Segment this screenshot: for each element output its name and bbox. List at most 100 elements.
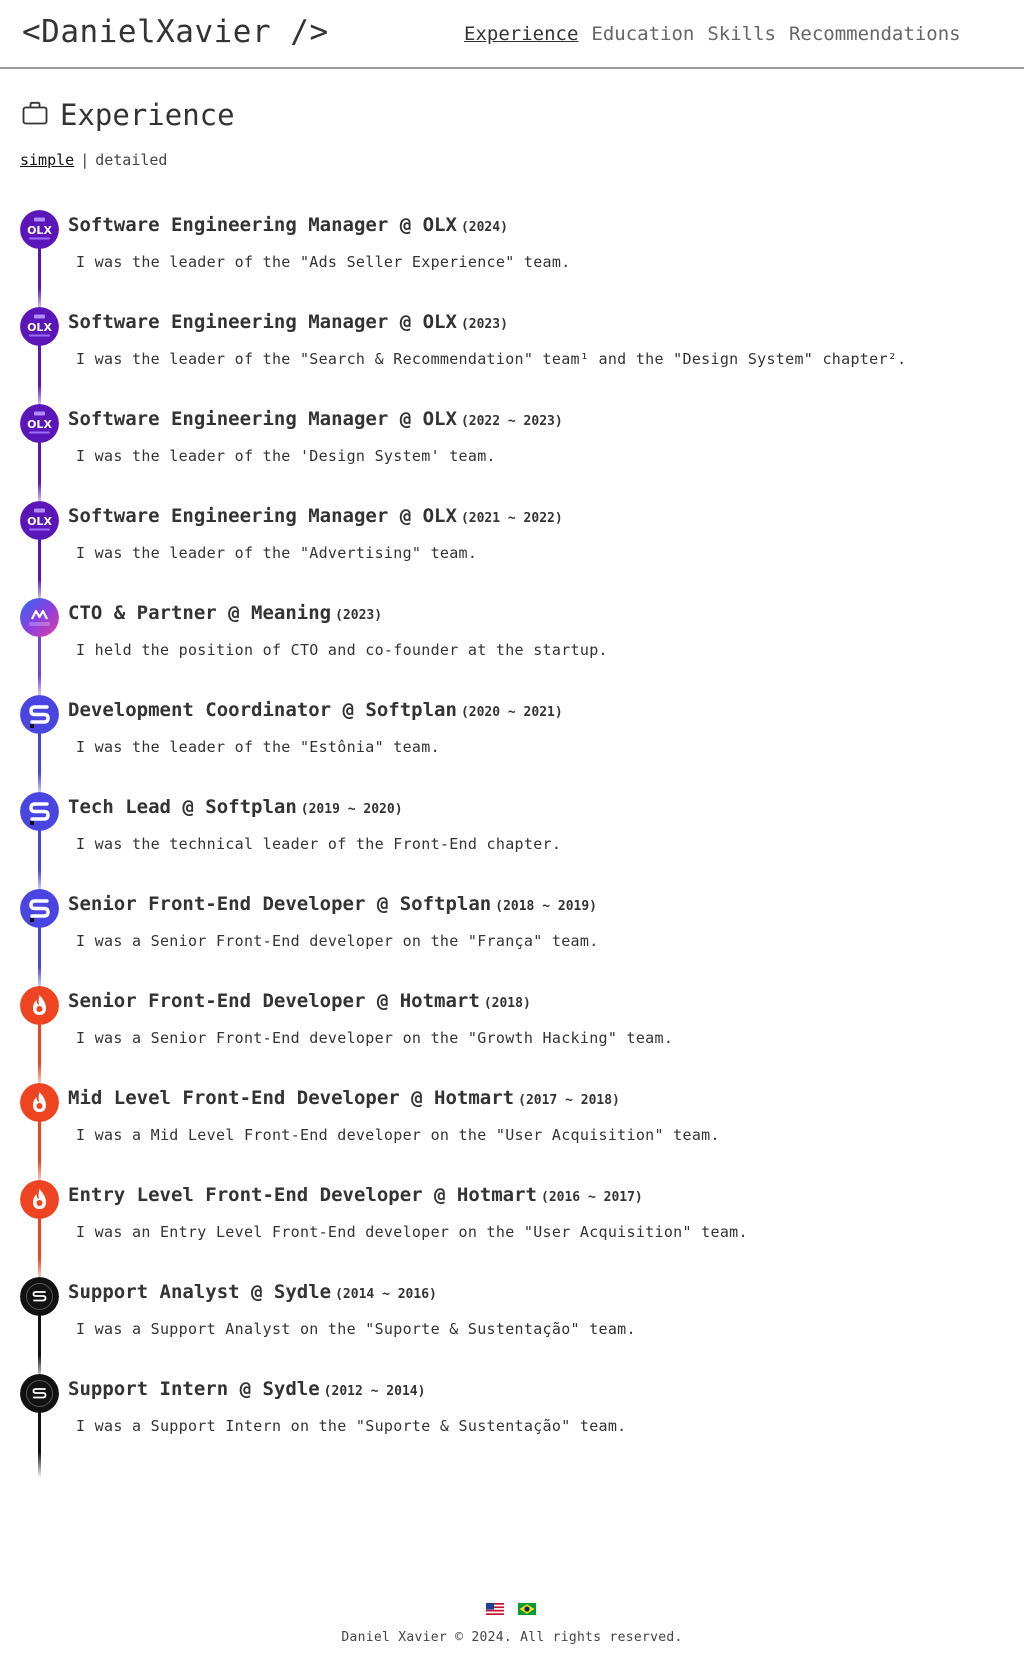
role-description: I was a Support Intern on the "Suporte &…: [76, 1417, 627, 1435]
view-toggle: simple | detailed: [20, 151, 167, 169]
top-header: <DanielXavier /> Experience Education Sk…: [0, 0, 1024, 69]
experience-entry: OLX Software Engineering Manager @ OLX (20…: [0, 307, 1024, 411]
role-title: Software Engineering Manager @ OLX: [68, 214, 457, 236]
page-title: Experience: [60, 98, 235, 132]
nav-experience[interactable]: Experience: [464, 23, 578, 45]
softplan-logo: [20, 889, 59, 928]
role-title: Development Coordinator @ Softplan: [68, 699, 457, 721]
role-period: (2021 ~ 2022): [460, 511, 563, 526]
role-description: I was an Entry Level Front-End developer…: [76, 1223, 748, 1241]
role-title: Support Intern @ Sydle: [68, 1378, 320, 1400]
role-period: (2022 ~ 2023): [460, 414, 563, 429]
nav-education[interactable]: Education: [591, 23, 694, 45]
experience-entry: Senior Front-End Developer @ Softplan (20…: [0, 889, 1024, 993]
role-title: Senior Front-End Developer @ Hotmart: [68, 990, 480, 1012]
experience-entry: Mid Level Front-End Developer @ Hotmart(…: [0, 1083, 1024, 1187]
experience-role: Software Engineering Manager @ OLX (2021 …: [68, 505, 563, 527]
view-simple-link[interactable]: simple: [20, 151, 74, 169]
copyright-text: Daniel Xavier © 2024. All rights reserve…: [341, 1630, 683, 1645]
experience-role: Software Engineering Manager @ OLX (2023): [68, 311, 508, 333]
experience-role: Entry Level Front-End Developer @ Hotmar…: [68, 1184, 643, 1206]
role-title: CTO & Partner @ Meaning: [68, 602, 332, 624]
experience-role: Mid Level Front-End Developer @ Hotmart(…: [68, 1087, 620, 1109]
role-description: I was a Senior Front-End developer on th…: [76, 1029, 674, 1047]
role-title: Mid Level Front-End Developer @ Hotmart: [68, 1087, 515, 1109]
experience-role: Support Intern @ Sydle (2012 ~ 2014): [68, 1378, 425, 1400]
sydle-logo: [20, 1277, 59, 1316]
section-heading: Experience: [22, 98, 235, 132]
role-period: (2024): [460, 220, 508, 235]
role-title: Software Engineering Manager @ OLX: [68, 408, 457, 430]
brazil-flag-icon[interactable]: [518, 1600, 536, 1615]
olx-logo: OLX: [20, 307, 59, 346]
role-description: I was the technical leader of the Front-…: [76, 835, 562, 853]
role-period: (2023): [335, 608, 383, 623]
role-description: I was a Mid Level Front-End developer on…: [76, 1126, 720, 1144]
experience-role: Software Engineering Manager @ OLX (2024): [68, 214, 508, 236]
role-description: I was a Support Analyst on the "Suporte …: [76, 1320, 636, 1338]
softplan-logo: [20, 695, 59, 734]
nav-skills[interactable]: Skills: [707, 23, 776, 45]
svg-text:OLX: OLX: [27, 224, 52, 237]
svg-text:OLX: OLX: [27, 515, 52, 528]
nav-recommendations[interactable]: Recommendations: [789, 23, 961, 45]
role-description: I was the leader of the "Estônia" team.: [76, 738, 440, 756]
role-description: I was the leader of the "Advertising" te…: [76, 544, 478, 562]
meaning-logo: [20, 598, 59, 637]
experience-entry: Support Analyst @ Sydle (2014 ~ 2016) I wa…: [0, 1277, 1024, 1381]
role-title: Tech Lead @ Softplan: [68, 796, 297, 818]
role-title: Senior Front-End Developer @ Softplan: [68, 893, 492, 915]
us-flag-icon[interactable]: [486, 1600, 504, 1615]
olx-logo: OLX: [20, 501, 59, 540]
view-separator: |: [80, 151, 90, 169]
softplan-logo: [20, 792, 59, 831]
language-switcher: [486, 1600, 536, 1615]
experience-role: Senior Front-End Developer @ Hotmart (201…: [68, 990, 531, 1012]
role-description: I held the position of CTO and co-founde…: [76, 641, 608, 659]
view-detailed-link[interactable]: detailed: [95, 151, 167, 169]
role-title: Software Engineering Manager @ OLX: [68, 311, 457, 333]
olx-logo: OLX: [20, 404, 59, 443]
experience-entry: Tech Lead @ Softplan (2019 ~ 2020) I was t…: [0, 792, 1024, 896]
experience-entry: Development Coordinator @ Softplan (2020 …: [0, 695, 1024, 799]
experience-entry: CTO & Partner @ Meaning (2023) I held the …: [0, 598, 1024, 702]
experience-entry: Entry Level Front-End Developer @ Hotmar…: [0, 1180, 1024, 1284]
svg-text:OLX: OLX: [27, 321, 52, 334]
briefcase-icon: [22, 101, 48, 129]
role-title: Support Analyst @ Sydle: [68, 1281, 332, 1303]
olx-logo: OLX: [20, 210, 59, 249]
role-period: (2018): [483, 996, 531, 1011]
role-period: (2019 ~ 2020): [300, 802, 403, 817]
experience-entry: OLX Software Engineering Manager @ OLX (20…: [0, 210, 1024, 314]
role-period: (2012 ~ 2014): [323, 1384, 426, 1399]
site-logo[interactable]: <DanielXavier />: [22, 14, 329, 50]
sydle-logo: [20, 1374, 59, 1413]
experience-role: Software Engineering Manager @ OLX (2022 …: [68, 408, 563, 430]
experience-entry: OLX Software Engineering Manager @ OLX (20…: [0, 501, 1024, 605]
role-period: (2023): [460, 317, 508, 332]
role-title: Entry Level Front-End Developer @ Hotmar…: [68, 1184, 537, 1206]
experience-entry: OLX Software Engineering Manager @ OLX (20…: [0, 404, 1024, 508]
experience-entry: Senior Front-End Developer @ Hotmart (201…: [0, 986, 1024, 1090]
hotmart-logo: [20, 1180, 59, 1219]
role-period: (2014 ~ 2016): [335, 1287, 437, 1302]
experience-role: Development Coordinator @ Softplan (2020 …: [68, 699, 563, 721]
role-description: I was the leader of the "Search & Recomm…: [76, 350, 907, 368]
role-period: (2016 ~ 2017): [541, 1190, 643, 1205]
experience-role: Tech Lead @ Softplan (2019 ~ 2020): [68, 796, 403, 818]
experience-entry: Support Intern @ Sydle (2012 ~ 2014) I was…: [0, 1374, 1024, 1478]
role-description: I was a Senior Front-End developer on th…: [76, 932, 599, 950]
role-period: (2018 ~ 2019): [495, 899, 597, 914]
role-period: (2017 ~ 2018): [518, 1093, 620, 1108]
hotmart-logo: [20, 1083, 59, 1122]
role-description: I was the leader of the 'Design System' …: [76, 447, 496, 465]
hotmart-logo: [20, 986, 59, 1025]
role-description: I was the leader of the "Ads Seller Expe…: [76, 253, 571, 271]
experience-role: Support Analyst @ Sydle (2014 ~ 2016): [68, 1281, 437, 1303]
experience-role: CTO & Partner @ Meaning (2023): [68, 602, 382, 624]
role-title: Software Engineering Manager @ OLX: [68, 505, 457, 527]
experience-role: Senior Front-End Developer @ Softplan (20…: [68, 893, 597, 915]
main-nav: Experience Education Skills Recommendati…: [464, 23, 961, 45]
svg-text:OLX: OLX: [27, 418, 52, 431]
role-period: (2020 ~ 2021): [460, 705, 563, 720]
